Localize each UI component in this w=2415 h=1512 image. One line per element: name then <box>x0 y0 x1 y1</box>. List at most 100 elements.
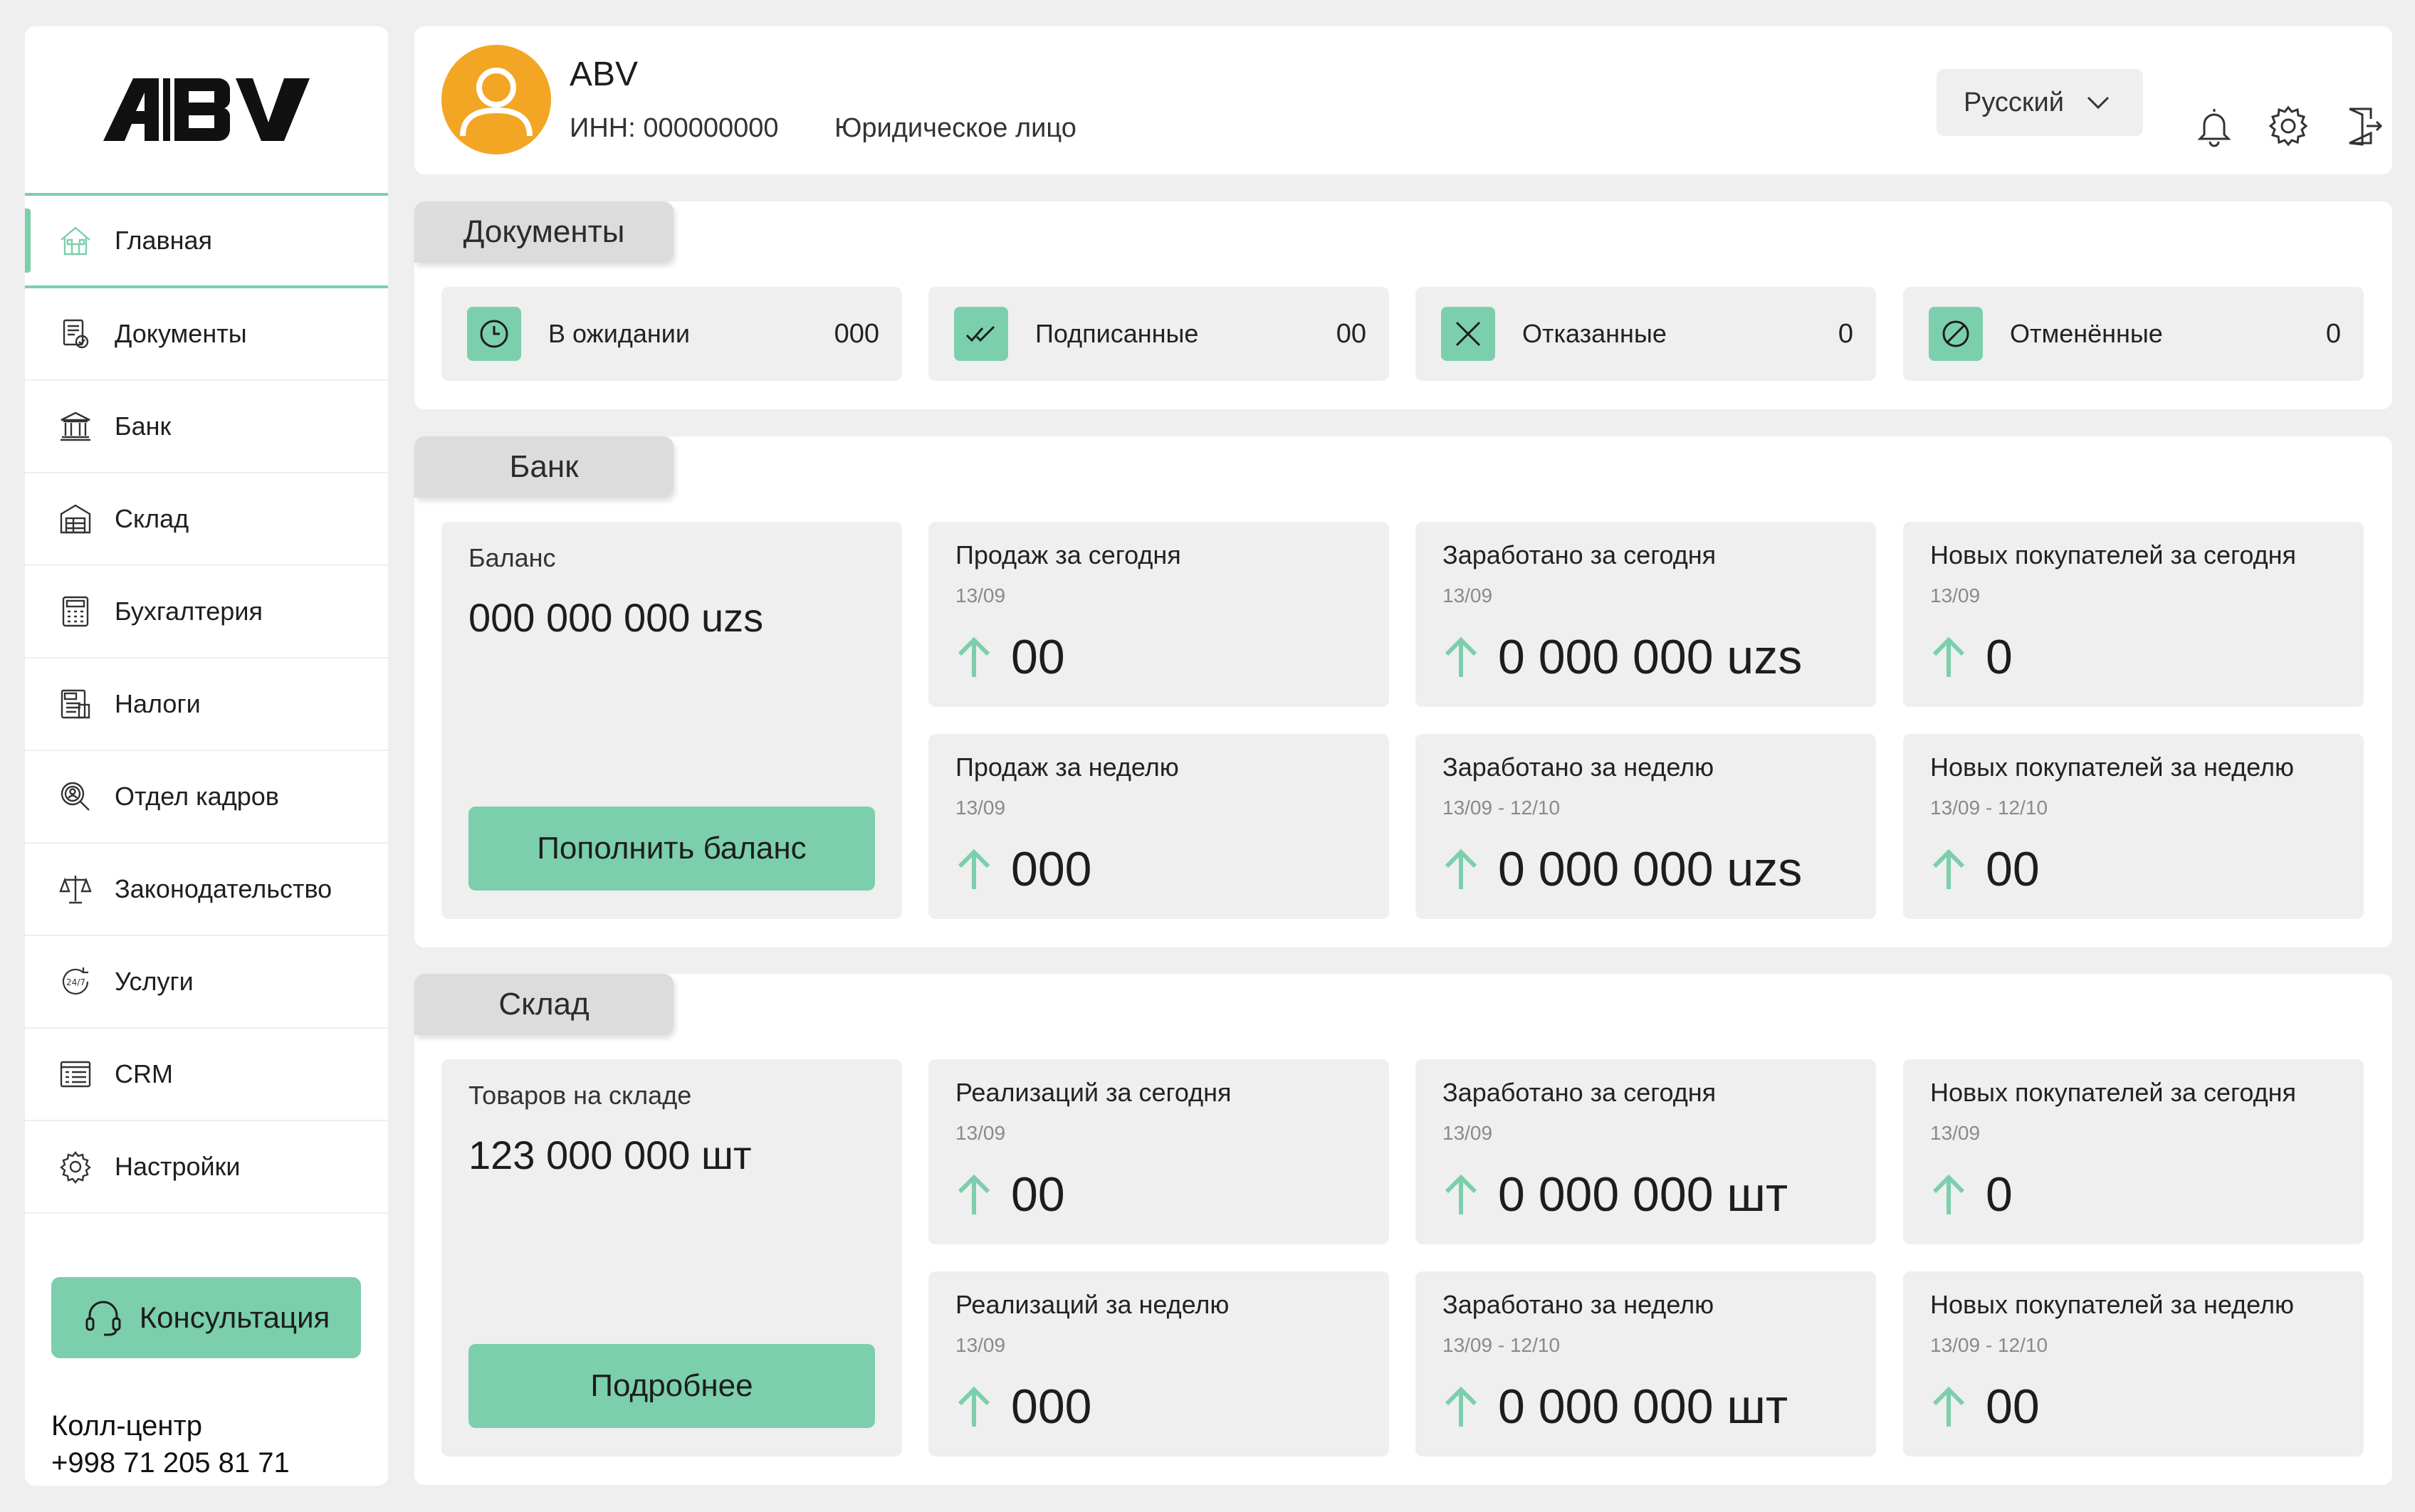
language-select[interactable]: Русский <box>1937 69 2143 136</box>
stat-card[interactable]: Новых покупателей за неделю 13/09 - 12/1… <box>1903 734 2364 919</box>
cross-icon <box>1441 307 1495 361</box>
sidebar-item-services[interactable]: 24/7 Услуги <box>25 936 388 1029</box>
doc-card-cancelled[interactable]: Отменённые 0 <box>1903 287 2364 381</box>
stat-date: 13/09 <box>955 797 1006 819</box>
stat-value-row: 0 000 000 uzs <box>1442 629 1802 686</box>
stat-card[interactable]: Новых покупателей за сегодня 13/09 0 <box>1903 522 2364 707</box>
stock-value: 123 000 000 шт <box>468 1133 752 1177</box>
stat-title: Новых покупателей за сегодня <box>1930 540 2296 569</box>
company-inn: ИНН: 000000000 <box>570 113 779 143</box>
sidebar-item-label: Законодательство <box>115 874 332 903</box>
sidebar-item-crm[interactable]: CRM <box>25 1029 388 1121</box>
documents-icon <box>56 315 95 353</box>
logout-icon[interactable] <box>2340 103 2385 149</box>
stat-card[interactable]: Продаж за неделю 13/09 000 <box>928 734 1389 919</box>
warehouse-section-tab[interactable]: Склад <box>414 974 674 1035</box>
sidebar-nav: Главная Документы Банк Склад Бухгалтерия <box>25 196 388 1214</box>
sidebar-item-hr[interactable]: Отдел кадров <box>25 751 388 844</box>
doc-card-label: В ожидании <box>548 319 690 348</box>
stat-card[interactable]: Заработано за неделю 13/09 - 12/10 0 000… <box>1415 734 1876 919</box>
arrow-up-icon <box>1445 1386 1477 1427</box>
sidebar-item-taxes[interactable]: Налоги <box>25 658 388 751</box>
stat-title: Реализаций за сегодня <box>955 1078 1232 1107</box>
language-value: Русский <box>1964 87 2064 117</box>
doc-card-rejected[interactable]: Отказанные 0 <box>1415 287 1876 381</box>
doc-card-label: Подписанные <box>1035 319 1199 348</box>
doc-card-signed[interactable]: Подписанные 00 <box>928 287 1389 381</box>
doc-card-count: 000 <box>834 318 879 349</box>
stat-card[interactable]: Заработано за сегодня 13/09 0 000 000 uz… <box>1415 522 1876 707</box>
chevron-down-icon <box>2087 96 2110 110</box>
sidebar-item-legislation[interactable]: Законодательство <box>25 844 388 936</box>
stat-date: 13/09 <box>955 1334 1006 1356</box>
balance-value: 000 000 000 uzs <box>468 595 764 640</box>
stat-card[interactable]: Заработано за неделю 13/09 - 12/10 0 000… <box>1415 1271 1876 1456</box>
bank-panel: Банк Баланс 000 000 000 uzs Пополнить ба… <box>414 436 2392 947</box>
settings-icon <box>56 1148 95 1186</box>
stat-date: 13/09 - 12/10 <box>1930 797 2048 819</box>
arrow-up-icon <box>1932 1386 1965 1427</box>
company-name: ABV <box>570 56 639 93</box>
warehouse-icon <box>56 500 95 538</box>
stat-value: 00 <box>1011 1167 1065 1222</box>
sidebar-item-label: Настройки <box>115 1152 241 1181</box>
gear-icon[interactable] <box>2265 103 2311 149</box>
documents-section-tab[interactable]: Документы <box>414 201 674 263</box>
sidebar-item-home[interactable]: Главная <box>25 196 388 288</box>
sidebar-item-documents[interactable]: Документы <box>25 288 388 381</box>
doc-card-count: 0 <box>1838 318 1853 349</box>
stat-date: 13/09 - 12/10 <box>1930 1334 2048 1356</box>
balance-label: Баланс <box>468 543 556 572</box>
sidebar-item-label: Отдел кадров <box>115 782 279 811</box>
sidebar-item-label: Налоги <box>115 689 201 718</box>
avatar[interactable] <box>441 45 551 154</box>
more-details-button[interactable]: Подробнее <box>468 1344 875 1428</box>
stat-value-row: 000 <box>955 841 1091 898</box>
stat-card[interactable]: Заработано за сегодня 13/09 0 000 000 шт <box>1415 1059 1876 1244</box>
arrow-up-icon <box>958 1386 990 1427</box>
top-up-balance-button[interactable]: Пополнить баланс <box>468 807 875 891</box>
stat-title: Заработано за неделю <box>1442 1290 1714 1319</box>
call-center-phone[interactable]: +998 71 205 81 71 <box>51 1444 290 1481</box>
header: ABV ИНН: 000000000 Юридическое лицо Русс… <box>414 26 2392 174</box>
stat-card[interactable]: Продаж за сегодня 13/09 00 <box>928 522 1389 707</box>
notification-bell-icon[interactable] <box>2191 103 2237 149</box>
stat-card[interactable]: Реализаций за неделю 13/09 000 <box>928 1271 1389 1456</box>
stat-value: 0 <box>1986 630 2013 684</box>
stat-card[interactable]: Новых покупателей за неделю 13/09 - 12/1… <box>1903 1271 2364 1456</box>
stat-title: Продаж за сегодня <box>955 540 1181 569</box>
doc-card-pending[interactable]: В ожидании 000 <box>441 287 902 381</box>
stat-date: 13/09 - 12/10 <box>1442 1334 1561 1356</box>
doc-card-count: 0 <box>2325 318 2341 349</box>
logo[interactable] <box>25 26 388 196</box>
stat-date: 13/09 <box>1930 1122 1981 1144</box>
stat-title: Новых покупателей за сегодня <box>1930 1078 2296 1107</box>
sidebar-item-settings[interactable]: Настройки <box>25 1121 388 1214</box>
user-icon <box>441 45 551 154</box>
hr-search-icon <box>56 777 95 816</box>
stat-date: 13/09 - 12/10 <box>1442 797 1561 819</box>
stat-value: 0 000 000 uzs <box>1498 842 1803 896</box>
sidebar-item-label: Главная <box>115 226 213 255</box>
stat-card[interactable]: Реализаций за сегодня 13/09 00 <box>928 1059 1389 1244</box>
arrow-up-icon <box>1445 1174 1477 1214</box>
crm-icon <box>56 1055 95 1093</box>
sidebar-item-bank[interactable]: Банк <box>25 381 388 473</box>
stat-value-row: 00 <box>955 629 1065 686</box>
sidebar-item-label: CRM <box>115 1059 173 1088</box>
arrow-up-icon <box>1932 849 1965 889</box>
tax-icon <box>56 685 95 723</box>
sidebar-item-label: Банк <box>115 411 172 441</box>
stat-value: 0 000 000 шт <box>1498 1167 1788 1222</box>
stat-card[interactable]: Новых покупателей за сегодня 13/09 0 <box>1903 1059 2364 1244</box>
sidebar-item-warehouse[interactable]: Склад <box>25 473 388 566</box>
home-icon <box>56 221 95 260</box>
doc-card-count: 00 <box>1336 318 1366 349</box>
stock-label: Товаров на складе <box>468 1081 692 1110</box>
consultation-button[interactable]: Консультация <box>51 1277 361 1358</box>
stat-date: 13/09 <box>1930 584 1981 607</box>
sidebar-item-accounting[interactable]: Бухгалтерия <box>25 566 388 658</box>
arrow-up-icon <box>958 1174 990 1214</box>
svg-text:24/7: 24/7 <box>66 977 85 987</box>
bank-section-tab[interactable]: Банк <box>414 436 674 498</box>
